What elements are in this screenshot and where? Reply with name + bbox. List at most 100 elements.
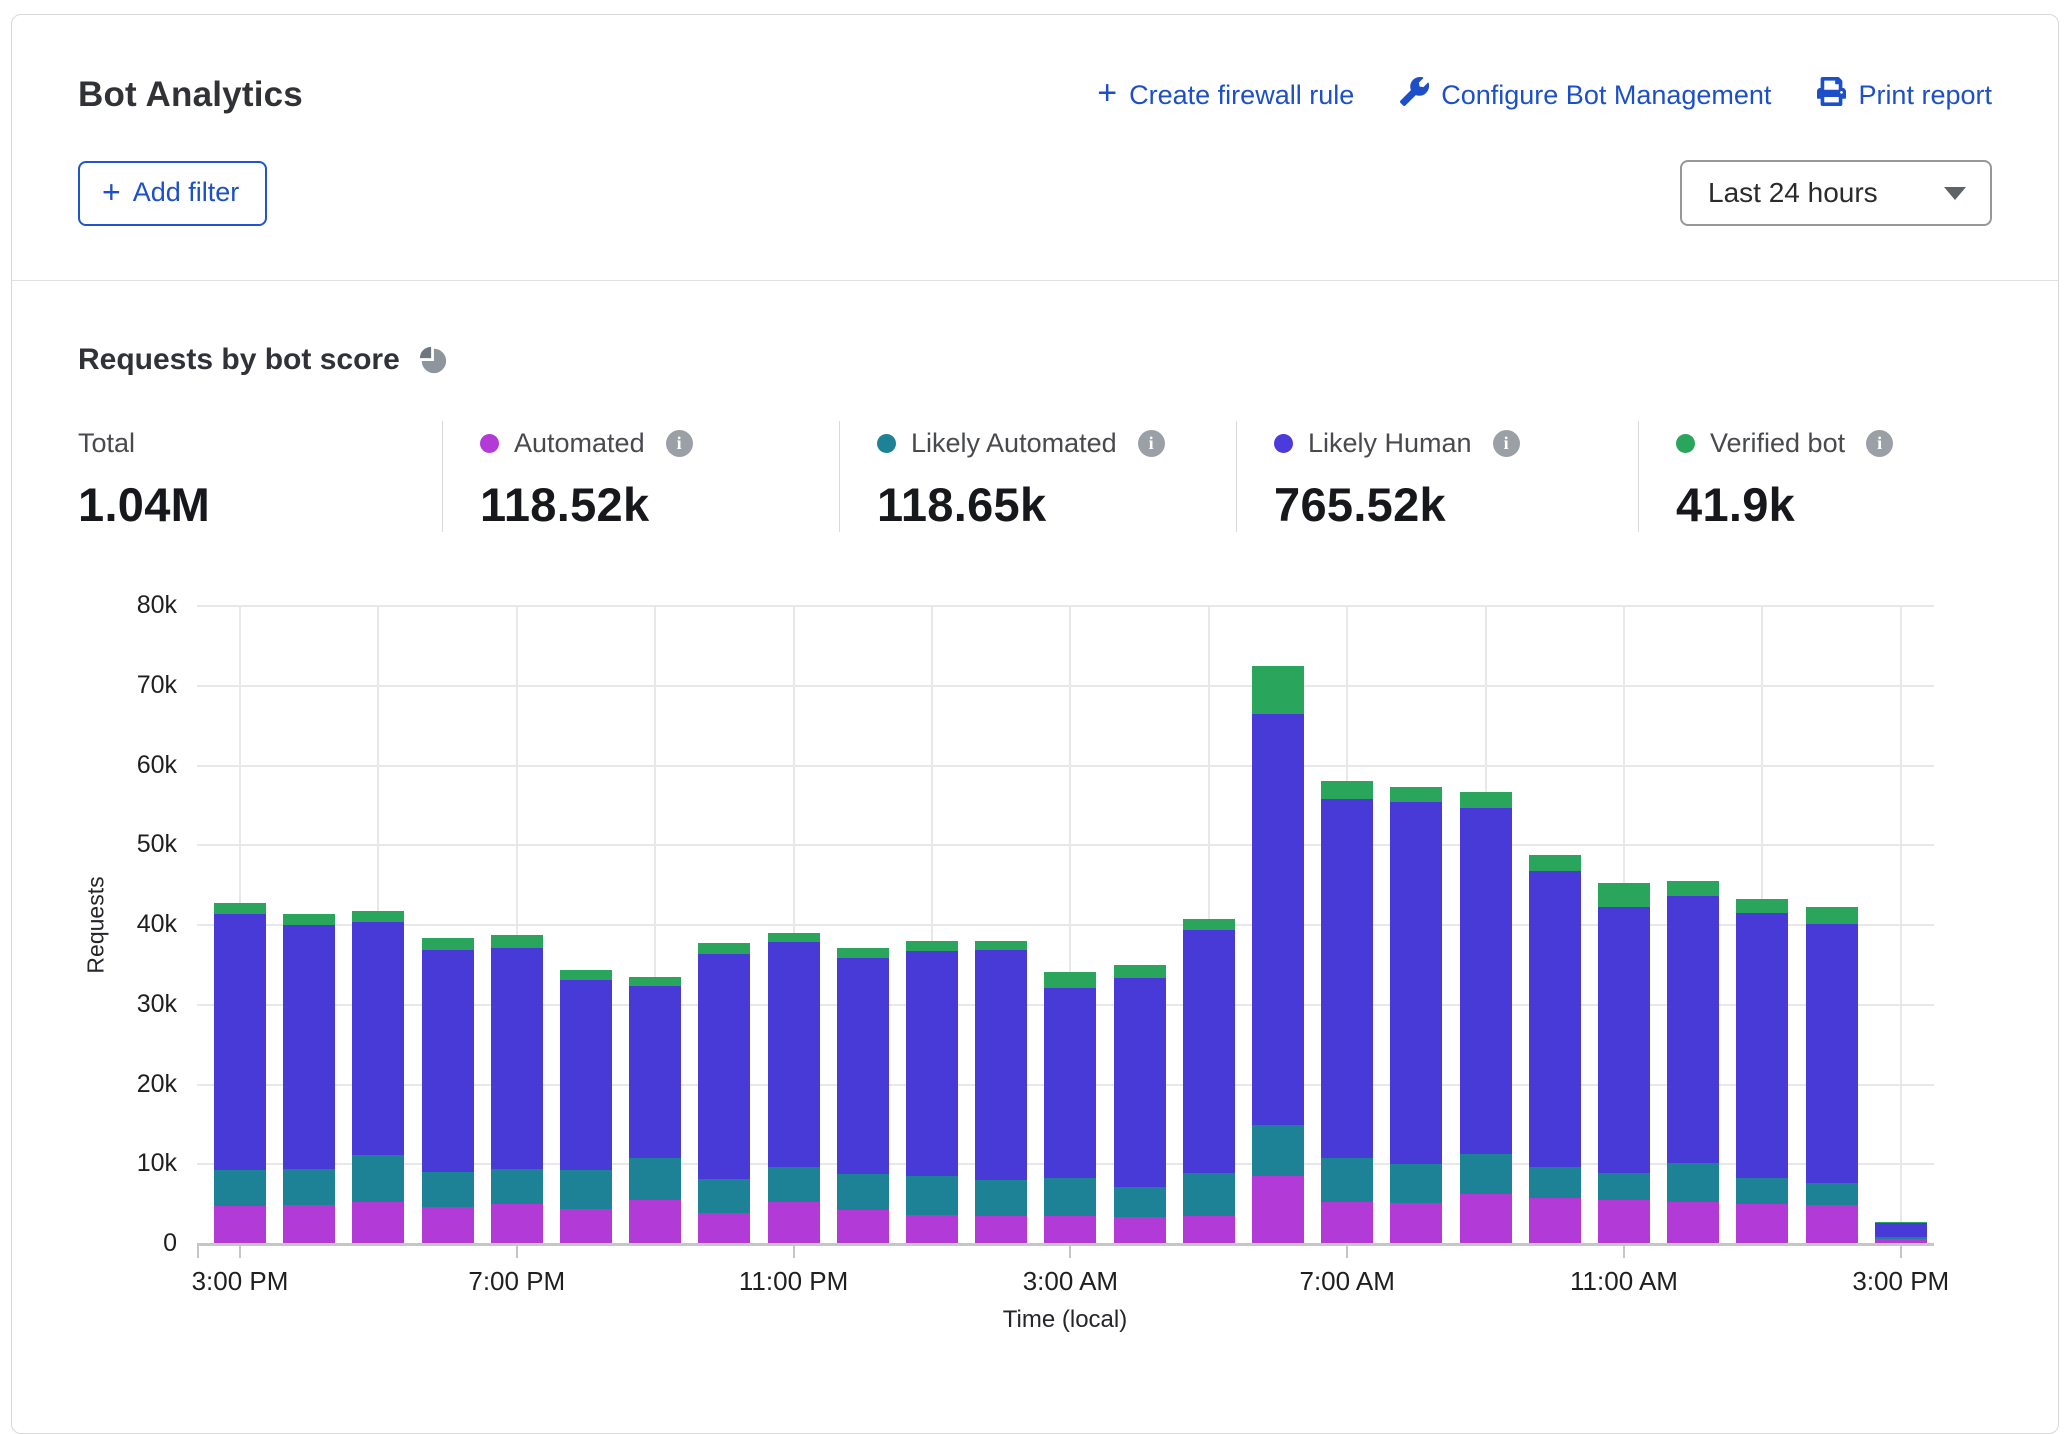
bar-segment-likely-human: [283, 925, 335, 1169]
add-filter-button[interactable]: + Add filter: [78, 161, 267, 226]
bar-segment-verified-bot: [906, 941, 958, 951]
bot-analytics-card: Bot Analytics + Create firewall rule Con…: [11, 14, 2059, 1434]
print-report-label: Print report: [1858, 80, 1992, 111]
bar-segment-automated: [1183, 1216, 1235, 1243]
bar-segment-verified-bot: [1044, 972, 1096, 988]
bar-segment-verified-bot: [1390, 787, 1442, 802]
x-tick-mark: [516, 1246, 518, 1258]
bar-segment-automated: [837, 1210, 889, 1243]
bar-segment-likely-automated: [629, 1158, 681, 1200]
stacked-bar[interactable]: [1736, 898, 1788, 1243]
bar-segment-verified-bot: [1321, 781, 1373, 799]
bar-segment-verified-bot: [629, 977, 681, 986]
header-divider: [12, 280, 2058, 281]
stacked-bar[interactable]: [837, 948, 889, 1243]
time-range-select[interactable]: Last 24 hours: [1680, 160, 1992, 226]
stacked-bar[interactable]: [1252, 666, 1304, 1243]
stat-total-label: Total: [78, 428, 135, 459]
bar-segment-likely-human: [906, 951, 958, 1176]
stacked-bar[interactable]: [906, 941, 958, 1243]
bar-segment-likely-automated: [698, 1179, 750, 1212]
stacked-bar[interactable]: [768, 933, 820, 1243]
stacked-bar[interactable]: [1806, 907, 1858, 1243]
y-tick-label: 40k: [47, 910, 177, 939]
stacked-bar[interactable]: [491, 935, 543, 1243]
stacked-bar[interactable]: [1321, 781, 1373, 1243]
bar-segment-likely-automated: [422, 1172, 474, 1207]
bar-segment-likely-human: [1114, 978, 1166, 1187]
time-range-value: Last 24 hours: [1708, 177, 1878, 209]
x-tick-label: 3:00 PM: [150, 1266, 330, 1297]
bar-segment-likely-human: [768, 942, 820, 1167]
bar-segment-likely-human: [1667, 896, 1719, 1163]
stacked-bar[interactable]: [1390, 787, 1442, 1243]
stacked-bar[interactable]: [214, 903, 266, 1243]
print-report-link[interactable]: Print report: [1817, 77, 1992, 113]
bar-segment-verified-bot: [1183, 919, 1235, 930]
stats-row: Total 1.04M Automated i 118.52k Likely A…: [78, 421, 1992, 532]
bar-segment-likely-automated: [837, 1174, 889, 1210]
stacked-bar[interactable]: [1114, 965, 1166, 1243]
stat-verified-bot-value: 41.9k: [1676, 477, 1992, 532]
stacked-bar[interactable]: [352, 911, 404, 1243]
x-tick-mark: [1900, 1246, 1902, 1258]
bar-segment-verified-bot: [1667, 881, 1719, 896]
bar-segment-likely-automated: [1875, 1237, 1927, 1239]
info-icon[interactable]: i: [666, 430, 693, 457]
bar-segment-likely-automated: [1044, 1178, 1096, 1216]
y-tick-label: 80k: [47, 591, 177, 620]
stat-likely-automated-value: 118.65k: [877, 477, 1236, 532]
stacked-bar[interactable]: [1875, 1222, 1927, 1243]
stacked-bar[interactable]: [1044, 972, 1096, 1243]
bar-segment-verified-bot: [560, 970, 612, 980]
x-tick-mark: [793, 1246, 795, 1258]
bar-segment-verified-bot: [491, 935, 543, 948]
grid-line-y: [197, 844, 1934, 846]
stacked-bar[interactable]: [1183, 919, 1235, 1243]
stacked-bar[interactable]: [1529, 855, 1581, 1243]
bar-segment-automated: [768, 1202, 820, 1243]
bar-segment-likely-automated: [560, 1170, 612, 1208]
grid-line-y: [197, 685, 1934, 687]
bar-segment-verified-bot: [1736, 899, 1788, 913]
stat-likely-human-label: Likely Human: [1308, 428, 1472, 459]
y-tick-label: 70k: [47, 671, 177, 700]
bar-segment-likely-automated: [906, 1176, 958, 1215]
stacked-bar[interactable]: [1460, 792, 1512, 1243]
bar-segment-automated: [1529, 1198, 1581, 1243]
bar-segment-likely-automated: [491, 1169, 543, 1204]
info-icon[interactable]: i: [1866, 430, 1893, 457]
stacked-bar[interactable]: [629, 977, 681, 1243]
bar-segment-likely-human: [1460, 808, 1512, 1153]
stacked-bar[interactable]: [283, 914, 335, 1243]
bar-segment-likely-human: [422, 950, 474, 1173]
stacked-bar[interactable]: [1667, 881, 1719, 1243]
bar-segment-verified-bot: [352, 911, 404, 922]
bar-segment-automated: [906, 1215, 958, 1243]
stacked-bar[interactable]: [560, 970, 612, 1243]
stacked-bar[interactable]: [975, 941, 1027, 1243]
y-tick-label: 50k: [47, 830, 177, 859]
stacked-bar[interactable]: [422, 938, 474, 1243]
stacked-bar[interactable]: [698, 943, 750, 1243]
card-body: Requests by bot score Total 1.04M Automa…: [12, 343, 2058, 1336]
stat-automated-label: Automated: [514, 428, 645, 459]
bar-segment-likely-automated: [1252, 1125, 1304, 1176]
bar-segment-automated: [352, 1202, 404, 1243]
info-icon[interactable]: i: [1138, 430, 1165, 457]
bar-segment-automated: [560, 1209, 612, 1243]
pie-chart-icon: [418, 345, 448, 375]
x-tick-mark: [239, 1246, 241, 1258]
configure-bot-management-link[interactable]: Configure Bot Management: [1400, 77, 1771, 113]
plot-area: [197, 606, 1934, 1244]
chevron-down-icon: [1944, 187, 1966, 200]
bar-segment-likely-automated: [1529, 1167, 1581, 1198]
bar-segment-verified-bot: [975, 941, 1027, 951]
stat-likely-automated: Likely Automated i 118.65k: [839, 421, 1236, 532]
bar-segment-verified-bot: [214, 903, 266, 913]
info-icon[interactable]: i: [1493, 430, 1520, 457]
create-firewall-rule-link[interactable]: + Create firewall rule: [1097, 78, 1354, 112]
stacked-bar[interactable]: [1598, 883, 1650, 1243]
x-axis-line: [197, 1243, 1934, 1246]
configure-bot-management-label: Configure Bot Management: [1441, 80, 1771, 111]
